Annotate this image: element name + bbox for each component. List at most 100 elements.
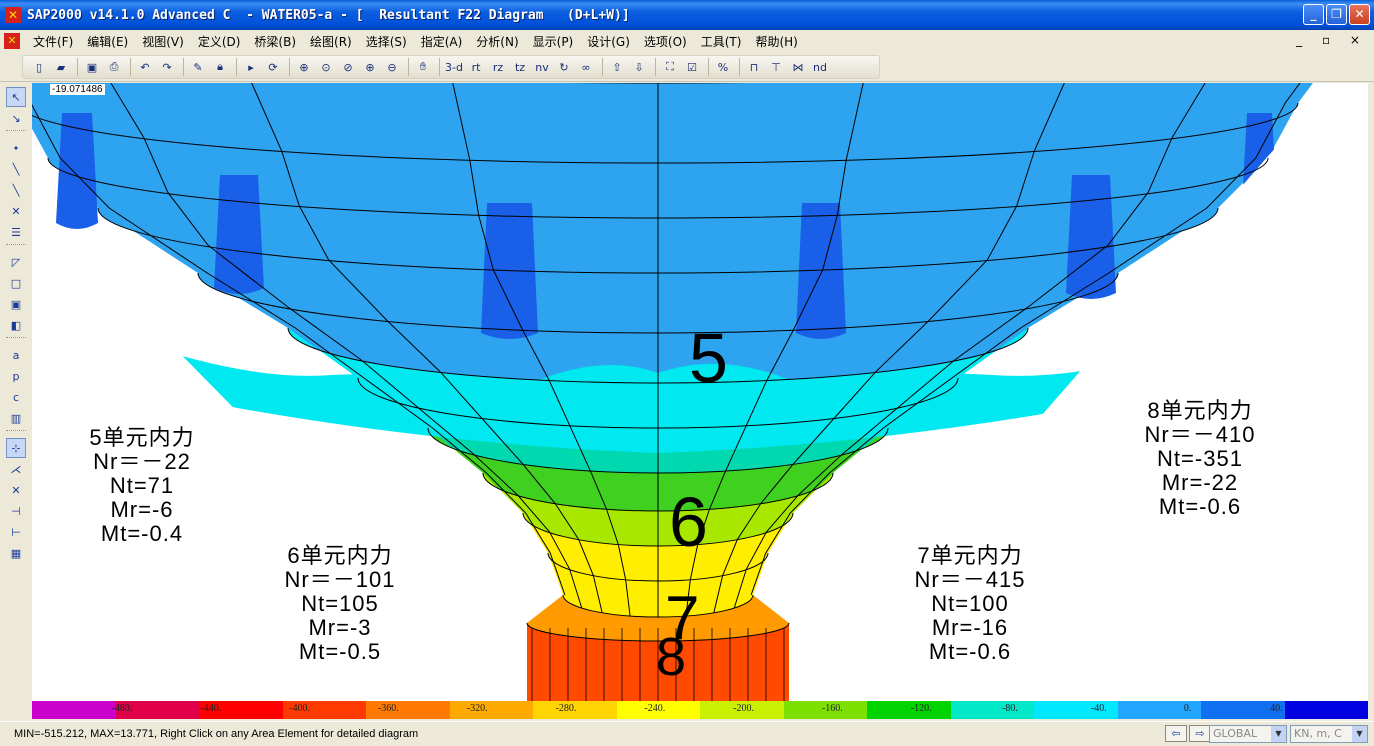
snap-ends-icon[interactable]: ⋌ xyxy=(6,459,26,479)
redo-icon[interactable]: ↷ xyxy=(157,57,177,77)
status-bar: MIN=-515.212, MAX=13.771, Right Click on… xyxy=(0,721,1374,746)
contour-legend-labels: -480. -440. -400. -360. -320. -280. -240. -200.… xyxy=(32,703,1368,717)
previous-arrow-icon[interactable]: ⇦ xyxy=(1165,725,1187,742)
lock-icon[interactable]: 🔒︎ xyxy=(210,57,230,77)
close-button[interactable]: ✕ xyxy=(1349,4,1370,25)
save-icon[interactable]: ▣ xyxy=(82,57,102,77)
legend-tick-label: 0. xyxy=(1183,703,1192,714)
element-7-mt: Mt=-0.6 xyxy=(928,639,1012,664)
snap-intersections-icon[interactable]: ✕ xyxy=(6,480,26,500)
zoom-in-icon[interactable]: ⊕ xyxy=(360,57,380,77)
zone-label-6: 6 xyxy=(669,483,708,561)
model-view-canvas[interactable]: -19.071486 5 6 7 8 5单元内力 Nr＝－22 Nt=71 Mr… xyxy=(32,83,1368,701)
menu-define[interactable]: 定义(D) xyxy=(191,33,248,50)
deformed-shape-icon[interactable]: ⋈ xyxy=(788,57,808,77)
move-down-icon[interactable]: ⇩ xyxy=(629,57,649,77)
pan-icon[interactable]: ✋︎ xyxy=(413,57,433,77)
zoom-out-icon[interactable]: ⊖ xyxy=(382,57,402,77)
menu-assign[interactable]: 指定(A) xyxy=(414,33,470,50)
intersecting-line-icon[interactable]: ▥ xyxy=(6,408,26,428)
snap-lines-icon[interactable]: ⊢ xyxy=(6,522,26,542)
element-5-mr: Mr=-6 xyxy=(110,497,174,522)
toolbar-grip[interactable] xyxy=(6,244,26,250)
zoom-window-icon[interactable]: ⊕ xyxy=(294,57,314,77)
quick-brace-icon[interactable]: ✕ xyxy=(6,201,26,221)
snap-fine-grid-icon[interactable]: ▦ xyxy=(6,543,26,563)
document-icon[interactable]: ✕ xyxy=(4,33,20,49)
view-rz-button[interactable]: rz xyxy=(488,57,508,77)
minimize-button[interactable]: _ xyxy=(1303,4,1324,25)
menu-options[interactable]: 选项(O) xyxy=(637,33,694,50)
menu-display[interactable]: 显示(P) xyxy=(526,33,581,50)
zoom-previous-icon[interactable]: ⊘ xyxy=(338,57,358,77)
menu-view[interactable]: 视图(V) xyxy=(135,33,191,50)
zoom-restore-icon[interactable]: ⊙ xyxy=(316,57,336,77)
menu-file[interactable]: 文件(F) xyxy=(26,33,80,50)
coordinate-system-select[interactable]: GLOBAL ▼ xyxy=(1209,725,1287,743)
perspective-icon[interactable]: ∞ xyxy=(576,57,596,77)
undo-icon[interactable]: ↶ xyxy=(135,57,155,77)
clear-selection-icon[interactable]: c xyxy=(6,387,26,407)
legend-tick-label: -200. xyxy=(733,703,755,714)
refresh-icon[interactable]: ⟳ xyxy=(263,57,283,77)
menu-select[interactable]: 选择(S) xyxy=(359,33,414,50)
draw-solid-icon[interactable]: ◧ xyxy=(6,315,26,335)
draw-joint-icon[interactable]: • xyxy=(6,138,26,158)
mdi-controls[interactable]: _ ▫ × xyxy=(1296,33,1368,47)
toolbar-grip[interactable] xyxy=(6,337,26,343)
quick-frame-icon[interactable]: ╲ xyxy=(6,180,26,200)
draw-rect-area-icon[interactable]: □ xyxy=(6,273,26,293)
set-display-options-icon[interactable]: ☑ xyxy=(682,57,702,77)
menu-tools[interactable]: 工具(T) xyxy=(694,33,749,50)
menu-edit[interactable]: 编辑(E) xyxy=(80,33,135,50)
object-shrink-icon[interactable]: ⛶ xyxy=(660,57,680,77)
draw-poly-area-icon[interactable]: ◸ xyxy=(6,252,26,272)
draw-frame-icon[interactable]: ╲ xyxy=(6,159,26,179)
pencil-icon[interactable]: ✎ xyxy=(188,57,208,77)
element-8-mt: Mt=-0.6 xyxy=(1158,494,1242,519)
view-tz-button[interactable]: tz xyxy=(510,57,530,77)
next-arrow-icon[interactable]: ⇨ xyxy=(1189,725,1211,742)
title-bar[interactable]: ✕ SAP2000 v14.1.0 Advanced C - WATER05-a… xyxy=(0,0,1374,30)
print-icon[interactable]: ⎙ xyxy=(104,57,124,77)
percent-icon[interactable]: % xyxy=(713,57,733,77)
units-select[interactable]: KN, m, C ▼ xyxy=(1290,725,1368,743)
reshaper-icon[interactable]: ↘ xyxy=(6,108,26,128)
toolbar-grip[interactable] xyxy=(6,430,26,436)
dropdown-arrow-icon[interactable]: ▼ xyxy=(1271,726,1286,742)
menu-bar: ✕ 文件(F) 编辑(E) 视图(V) 定义(D) 桥梁(B) 绘图(R) 选择… xyxy=(0,30,1374,52)
new-file-icon[interactable]: ▯ xyxy=(29,57,49,77)
coordinate-system-value: GLOBAL xyxy=(1213,727,1258,740)
frame-section-icon[interactable]: ⊓ xyxy=(744,57,764,77)
quick-draw-area-icon[interactable]: ▣ xyxy=(6,294,26,314)
view-nd-button[interactable]: nd xyxy=(810,57,830,77)
menu-help[interactable]: 帮助(H) xyxy=(748,33,804,50)
view-nv-button[interactable]: nv xyxy=(532,57,552,77)
run-analysis-icon[interactable]: ▸ xyxy=(241,57,261,77)
snap-perpendicular-icon[interactable]: ⊣ xyxy=(6,501,26,521)
select-all-icon[interactable]: a xyxy=(6,345,26,365)
view-rt-button[interactable]: rt xyxy=(466,57,486,77)
legend-tick-label: -440. xyxy=(200,703,222,714)
pointer-icon[interactable]: ↖ xyxy=(6,87,26,107)
app-icon[interactable]: ✕ xyxy=(5,7,21,23)
restore-button[interactable]: ❐ xyxy=(1326,4,1347,25)
get-previous-selection-icon[interactable]: p xyxy=(6,366,26,386)
toolbar-grip[interactable] xyxy=(6,130,26,136)
menu-analyze[interactable]: 分析(N) xyxy=(469,33,525,50)
element-7-nt: Nt=100 xyxy=(931,591,1009,616)
menu-draw[interactable]: 绘图(R) xyxy=(303,33,359,50)
element-5-nr: Nr＝－22 xyxy=(93,449,191,474)
menu-design[interactable]: 设计(G) xyxy=(580,33,637,50)
quick-secondary-icon[interactable]: ☰ xyxy=(6,222,26,242)
dropdown-arrow-icon[interactable]: ▼ xyxy=(1352,726,1367,742)
open-folder-icon[interactable]: ▰ xyxy=(51,57,71,77)
element-8-mr: Mr=-22 xyxy=(1161,470,1239,495)
snap-points-icon[interactable]: ⊹ xyxy=(6,438,26,458)
menu-bridge[interactable]: 桥梁(B) xyxy=(247,33,303,50)
frame-release-icon[interactable]: ⊤ xyxy=(766,57,786,77)
rotate-icon[interactable]: ↻ xyxy=(554,57,574,77)
move-up-icon[interactable]: ⇧ xyxy=(607,57,627,77)
view-3d-button[interactable]: 3-d xyxy=(444,57,464,77)
zone-label-5: 5 xyxy=(689,319,728,397)
